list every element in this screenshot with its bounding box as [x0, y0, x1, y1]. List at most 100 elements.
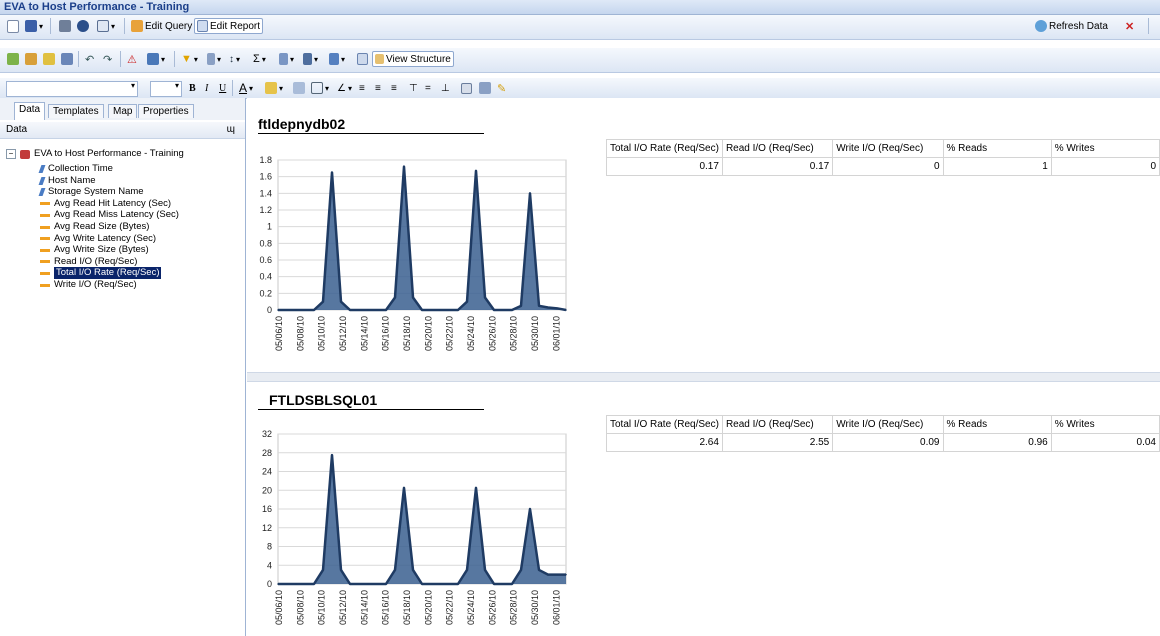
tab-properties[interactable]: Properties	[138, 104, 194, 118]
print-icon[interactable]	[56, 18, 74, 34]
break-icon[interactable]: ▾	[204, 51, 224, 67]
save-icon[interactable]: ▾	[22, 18, 46, 34]
tree-item[interactable]: Avg Read Miss Latency (Sec)	[40, 209, 179, 221]
refresh-data-button[interactable]: Refresh Data	[1032, 18, 1111, 34]
structure-icon	[375, 54, 384, 64]
group-icon[interactable]	[58, 51, 76, 67]
edit-report-button[interactable]: Edit Report	[194, 18, 264, 34]
tree-item[interactable]: Collection Time	[38, 163, 113, 175]
toolbar-format: ↶ ↷ ⚠ ▾ ▼ ▾ ▾ ↕ ▾ Σ ▾ ▾ ▾ ▾ View Structure	[0, 48, 1160, 73]
universe-icon	[20, 149, 30, 159]
line-style-icon[interactable]: ∠ ▾	[334, 80, 355, 96]
insert-crosstab-icon[interactable]	[40, 51, 58, 67]
header-read-io: Read I/O (Req/Sec)	[721, 415, 834, 434]
x-tick-label: 05/14/10	[359, 316, 369, 351]
tree-item[interactable]: Total I/O Rate (Req/Sec)	[40, 267, 162, 280]
underline-icon[interactable]: U	[216, 80, 229, 96]
sort-icon[interactable]: ↕ ▾	[226, 51, 243, 67]
y-tick-label: 0.2	[259, 288, 272, 298]
tree-item[interactable]: Storage System Name	[38, 186, 144, 198]
align-center-icon[interactable]: ≡	[372, 80, 384, 96]
merge-icon[interactable]	[476, 80, 494, 96]
filter-icon[interactable]: ▼ ▾	[178, 51, 201, 67]
tab-data[interactable]: Data	[14, 102, 46, 120]
value-read-io[interactable]: 2.55	[721, 433, 834, 452]
sum-icon[interactable]: Σ ▾	[250, 51, 269, 67]
collapse-icon[interactable]: −	[6, 149, 16, 159]
value-write-io[interactable]: 0	[832, 157, 944, 176]
header-reads-pct: % Reads	[942, 139, 1052, 158]
background-icon[interactable]	[290, 80, 308, 96]
format-painter-icon[interactable]: ✎	[494, 80, 509, 96]
title-underline-2	[258, 409, 484, 410]
valign-top-icon[interactable]: ⊤	[406, 80, 421, 96]
font-select[interactable]: ▾	[6, 81, 138, 97]
tree-item[interactable]: Avg Write Latency (Sec)	[40, 233, 156, 245]
find-icon[interactable]	[74, 18, 92, 34]
value-total-io[interactable]: 2.64	[606, 433, 723, 452]
layout-icon[interactable]: ▾	[94, 18, 118, 34]
bold-icon[interactable]: B	[186, 80, 199, 96]
insert-chart-icon[interactable]	[22, 51, 40, 67]
data-point	[484, 296, 486, 299]
new-icon[interactable]	[4, 18, 22, 34]
wrap-text-icon[interactable]	[458, 80, 475, 96]
data-point	[403, 165, 405, 168]
borders-icon[interactable]: ▾	[308, 80, 332, 96]
ranking-icon[interactable]: ▾	[300, 51, 321, 67]
y-tick-label: 1.6	[259, 172, 272, 182]
pin-icon[interactable]: ɰ	[227, 124, 235, 135]
redo-icon[interactable]: ↷	[100, 51, 115, 67]
x-tick-label: 05/28/10	[509, 590, 519, 625]
data-point	[547, 573, 549, 576]
tree-item[interactable]: Write I/O (Req/Sec)	[40, 279, 137, 291]
value-reads-pct[interactable]: 0.96	[942, 433, 1052, 452]
tree-item[interactable]: Host Name	[38, 175, 96, 187]
hierarchy-icon[interactable]: ▾	[144, 51, 168, 67]
data-point	[340, 300, 342, 303]
tree-item-label: Avg Read Hit Latency (Sec)	[54, 197, 172, 209]
valign-bottom-icon[interactable]: ⊥	[438, 80, 453, 96]
align-right-icon[interactable]: ≡	[388, 80, 400, 96]
value-read-io[interactable]: 0.17	[721, 157, 834, 176]
view-structure-button[interactable]: View Structure	[372, 51, 454, 67]
data-point	[331, 171, 333, 174]
x-tick-label: 05/30/10	[530, 316, 540, 351]
fill-color-icon[interactable]: ▾	[262, 80, 286, 96]
y-tick-label: 1.8	[259, 155, 272, 165]
header-reads-pct: % Reads	[942, 415, 1052, 434]
data-point	[313, 583, 315, 585]
stats-table-1: Total I/O Rate (Req/Sec) Read I/O (Req/S…	[606, 139, 1160, 176]
tree-item-label: Avg Write Latency (Sec)	[54, 232, 157, 244]
data-point	[295, 309, 297, 311]
valign-middle-icon[interactable]: =	[422, 80, 434, 96]
insert-table-icon[interactable]	[4, 51, 22, 67]
alerter-icon[interactable]: ▾	[326, 51, 348, 67]
tree-item[interactable]: Avg Read Hit Latency (Sec)	[40, 198, 171, 210]
y-tick-label: 1.4	[259, 188, 272, 198]
value-writes-pct[interactable]: 0.04	[1050, 433, 1160, 452]
italic-icon[interactable]: I	[202, 80, 211, 96]
value-reads-pct[interactable]: 1	[942, 157, 1052, 176]
document-icon[interactable]	[354, 51, 371, 67]
tab-templates[interactable]: Templates	[48, 104, 104, 118]
value-writes-pct[interactable]: 0	[1050, 157, 1160, 176]
data-point	[331, 454, 333, 456]
value-write-io[interactable]: 0.09	[832, 433, 944, 452]
font-size-select[interactable]: ▾	[150, 81, 182, 97]
tree-item[interactable]: Avg Read Size (Bytes)	[40, 221, 149, 233]
warning-icon[interactable]: ⚠	[124, 51, 140, 67]
tab-map[interactable]: Map	[108, 104, 138, 118]
value-total-io[interactable]: 0.17	[606, 157, 723, 176]
tree-root[interactable]: − EVA to Host Performance - Training	[6, 148, 184, 160]
text-color-icon[interactable]: A ▾	[236, 80, 256, 96]
measure-icon	[40, 213, 50, 217]
edit-query-button[interactable]: Edit Query	[128, 18, 195, 34]
undo-icon[interactable]: ↶	[82, 51, 97, 67]
x-tick-label: 05/08/10	[295, 590, 305, 625]
tree-item[interactable]: Avg Write Size (Bytes)	[40, 244, 149, 256]
align-left-icon[interactable]: ≡	[356, 80, 368, 96]
calc-icon[interactable]: ▾	[276, 51, 297, 67]
cancel-refresh-icon[interactable]: ✕	[1122, 18, 1137, 34]
tree-item[interactable]: Read I/O (Req/Sec)	[40, 256, 137, 268]
